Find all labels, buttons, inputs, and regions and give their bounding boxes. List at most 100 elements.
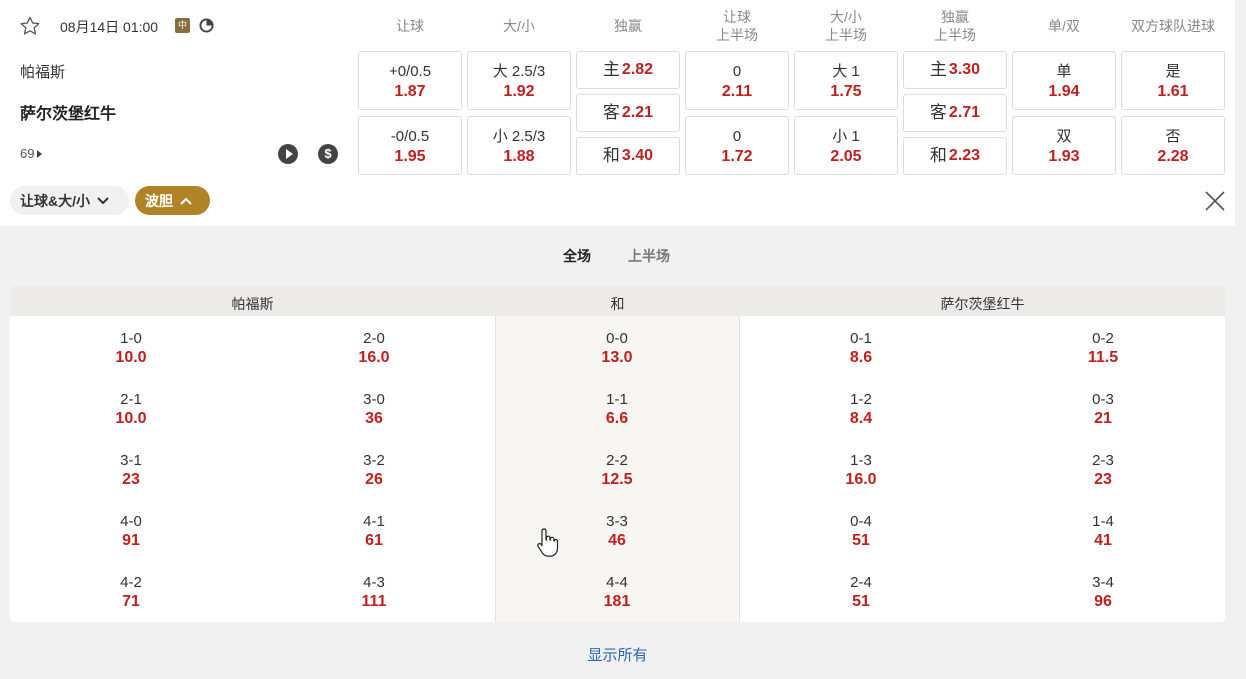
odds-value: 2.05 [830,148,862,165]
odds-value: 1.61 [1157,83,1189,100]
score-label: 3-0 [363,391,385,408]
odds-cell-moneyline-ht-home[interactable]: 主 3.30 [903,51,1007,89]
odds-label: 大 1 [832,63,860,80]
tab-full-time[interactable]: 全场 [563,246,591,266]
home-team-name: 帕福斯 [20,64,66,81]
odds-label: 0 [732,63,742,80]
score-label: 4-4 [606,574,628,591]
odds-cell-moneyline-ht-away[interactable]: 客 2.71 [903,94,1007,132]
score-label: 0-4 [850,513,872,530]
score-option[interactable]: 3-4 96 [1043,573,1163,611]
odds-cell-over[interactable]: 大 2.5/3 1.92 [467,51,571,110]
odds-cell-moneyline-draw[interactable]: 和 3.40 [576,137,680,175]
match-header: 08月14日 01:00 中 帕福斯 萨尔茨堡红牛 69 $ 让球 大/小 独赢… [0,0,1235,226]
score-option[interactable]: 4-0 91 [71,512,191,550]
close-icon[interactable] [1202,188,1228,214]
score-option[interactable]: 0-3 21 [1043,390,1163,428]
score-option[interactable]: 2-1 10.0 [71,390,191,428]
odds-cell-handicap-away[interactable]: -0/0.5 1.95 [358,116,462,175]
score-label: 3-3 [606,513,628,530]
odds-label: 和 [602,146,620,165]
odds-cell-even[interactable]: 双 1.93 [1012,116,1116,175]
minute-value: 69 [20,146,35,161]
star-icon[interactable] [19,15,41,37]
odds-value: 2.11 [721,83,753,100]
score-label: 4-3 [363,574,385,591]
odds-cell-handicap-ht-away[interactable]: 0 1.72 [685,116,789,175]
score-label: 1-1 [606,391,628,408]
score-option[interactable]: 1-4 41 [1043,512,1163,550]
odds-cell-over-ht[interactable]: 大 1 1.75 [794,51,898,110]
odds-cell-handicap-home[interactable]: +0/0.5 1.87 [358,51,462,110]
odds-value: 1.72 [721,148,753,165]
score-odd: 51 [852,532,870,549]
score-odd: 10.0 [115,410,147,427]
odds-cell-under[interactable]: 小 2.5/3 1.88 [467,116,571,175]
col-sublabel: 上半场 [934,27,976,43]
odds-cell-moneyline-away[interactable]: 客 2.21 [576,94,680,132]
odds-value: 2.71 [948,104,981,121]
score-option[interactable]: 0-0 13.0 [557,329,677,367]
match-minute[interactable]: 69 [20,146,43,161]
odds-value: 2.21 [621,104,654,121]
scrollbar[interactable] [1235,0,1246,679]
market-filter-correct-score[interactable]: 波胆 [135,186,210,215]
tab-first-half[interactable]: 上半场 [628,246,670,266]
score-option[interactable]: 4-1 61 [314,512,434,550]
odds-cell-btts-no[interactable]: 否 2.28 [1121,116,1225,175]
odds-cell-handicap-ht-home[interactable]: 0 2.11 [685,51,789,110]
col-label: 单/双 [1048,18,1080,34]
score-label: 3-4 [1092,574,1114,591]
odds-label: +0/0.5 [388,63,432,80]
score-option[interactable]: 0-1 8.6 [801,329,921,367]
score-odd: 8.4 [849,410,873,427]
odds-value: 2.23 [948,147,981,164]
odds-label: -0/0.5 [390,128,430,145]
odds-cell-btts-yes[interactable]: 是 1.61 [1121,51,1225,110]
score-label: 1-2 [850,391,872,408]
score-odd: 41 [1094,532,1112,549]
odds-cell-odd[interactable]: 单 1.94 [1012,51,1116,110]
odds-label: 主 [602,60,620,79]
col-label: 独赢 [614,18,642,34]
score-option[interactable]: 4-3 111 [314,573,434,611]
correct-score-panel: 帕福斯 和 萨尔茨堡红牛 1-0 10.0 2-1 10.0 3-1 23 4-0 91 4-2… [10,286,1225,622]
score-option[interactable]: 2-3 23 [1043,451,1163,489]
score-option[interactable]: 1-0 10.0 [71,329,191,367]
score-odd: 16.0 [358,349,390,366]
score-label: 2-1 [120,391,142,408]
score-option[interactable]: 1-2 8.4 [801,390,921,428]
score-option[interactable]: 3-3 46 [557,512,677,550]
odds-label: 和 [929,146,947,165]
score-option[interactable]: 1-3 16.0 [801,451,921,489]
col-header-handicap: 让球 [358,8,462,44]
score-option[interactable]: 4-4 181 [557,573,677,611]
odds-label: 主 [929,60,947,79]
score-odd: 61 [365,532,383,549]
score-option[interactable]: 2-4 51 [801,573,921,611]
odds-value: 1.93 [1048,148,1080,165]
live-stream-icon[interactable] [278,144,298,164]
stats-icon[interactable] [199,18,214,33]
odds-label: 否 [1165,128,1181,145]
pill-label: 让球&大/小 [20,192,90,209]
score-option[interactable]: 0-4 51 [801,512,921,550]
market-filter-handicap-ou[interactable]: 让球&大/小 [10,186,129,215]
score-option[interactable]: 0-2 11.5 [1043,329,1163,367]
odds-label: 大 2.5/3 [492,63,546,80]
odds-cell-moneyline-ht-draw[interactable]: 和 2.23 [903,137,1007,175]
score-option[interactable]: 2-2 12.5 [557,451,677,489]
score-option[interactable]: 3-1 23 [71,451,191,489]
score-option[interactable]: 4-2 71 [71,573,191,611]
score-option[interactable]: 2-0 16.0 [314,329,434,367]
show-all-link[interactable]: 显示所有 [0,644,1235,665]
cashout-icon[interactable]: $ [318,144,338,164]
pill-label: 波胆 [145,192,173,209]
odds-cell-under-ht[interactable]: 小 1 2.05 [794,116,898,175]
score-option[interactable]: 3-0 36 [314,390,434,428]
score-option[interactable]: 3-2 26 [314,451,434,489]
odds-cell-moneyline-home[interactable]: 主 2.82 [576,51,680,89]
score-label: 4-2 [120,574,142,591]
score-odd: 8.6 [849,349,873,366]
score-option[interactable]: 1-1 6.6 [557,390,677,428]
